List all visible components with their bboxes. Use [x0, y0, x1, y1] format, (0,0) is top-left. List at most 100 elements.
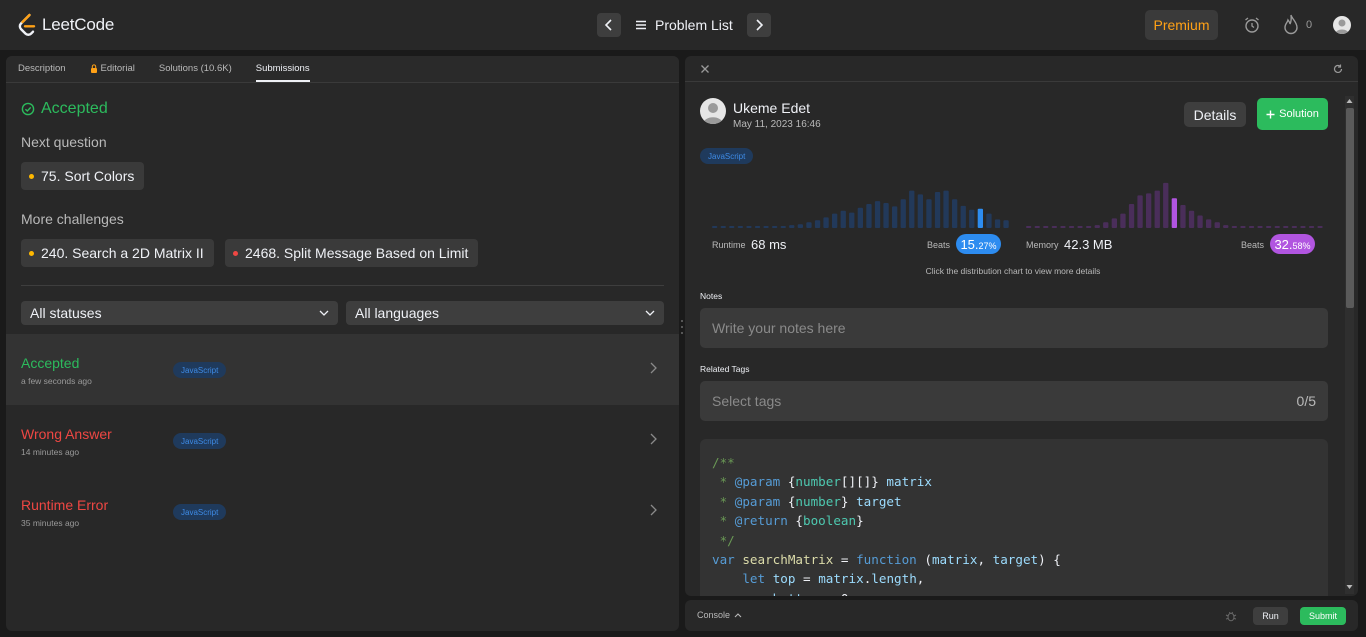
language-filter-select[interactable]: All languages	[346, 301, 664, 325]
distribution-bar[interactable]	[814, 220, 821, 228]
submission-row[interactable]: Runtime Error 35 minutes ago JavaScript	[6, 476, 679, 547]
distribution-bar[interactable]	[1231, 226, 1237, 228]
distribution-bar[interactable]	[926, 199, 932, 228]
distribution-bar[interactable]	[943, 190, 949, 228]
distribution-bar[interactable]	[883, 203, 889, 228]
scrollbar[interactable]	[1345, 96, 1354, 594]
problem-list-button[interactable]: Problem List	[635, 17, 733, 33]
distribution-bar[interactable]	[934, 192, 941, 228]
distribution-bar[interactable]	[720, 226, 726, 228]
code-viewer[interactable]: /** * @param {number[][]} matrix * @para…	[700, 439, 1328, 596]
distribution-bar[interactable]	[1274, 226, 1280, 228]
distribution-bar[interactable]	[986, 213, 992, 228]
distribution-bar[interactable]	[1308, 226, 1315, 228]
distribution-bar[interactable]	[969, 209, 975, 228]
distribution-bar[interactable]	[840, 210, 846, 228]
distribution-bar[interactable]	[754, 226, 761, 228]
challenge-chip[interactable]: 240. Search a 2D Matrix II	[21, 239, 214, 267]
distribution-bar[interactable]	[1197, 215, 1203, 229]
distribution-bar[interactable]	[909, 190, 915, 228]
memory-distribution-chart[interactable]	[1026, 178, 1326, 228]
author-name[interactable]: Ukeme Edet	[733, 100, 810, 116]
distribution-bar[interactable]	[1003, 220, 1009, 228]
distribution-bar[interactable]	[797, 224, 803, 228]
scroll-up-arrow-icon[interactable]	[1346, 98, 1353, 104]
distribution-bar[interactable]	[1077, 226, 1083, 228]
close-icon[interactable]	[700, 64, 710, 74]
distribution-bar[interactable]	[1043, 226, 1049, 228]
user-avatar[interactable]	[1333, 16, 1351, 34]
distribution-bar[interactable]	[763, 226, 769, 228]
distribution-bar[interactable]	[1026, 226, 1032, 228]
distribution-bar[interactable]	[960, 205, 966, 228]
distribution-bar[interactable]	[857, 207, 863, 228]
distribution-bar[interactable]	[1051, 226, 1057, 228]
challenge-chip[interactable]: 2468. Split Message Based on Limit	[225, 239, 479, 267]
streak-fire-icon[interactable]	[1283, 14, 1299, 36]
status-filter-select[interactable]: All statuses	[21, 301, 338, 325]
distribution-bar[interactable]	[1137, 195, 1143, 228]
distribution-bar[interactable]	[1146, 193, 1152, 228]
distribution-bar[interactable]	[1034, 226, 1040, 228]
distribution-bar[interactable]	[1163, 182, 1169, 228]
notes-input[interactable]	[700, 308, 1328, 348]
scroll-down-arrow-icon[interactable]	[1346, 584, 1353, 590]
author-avatar[interactable]	[700, 98, 726, 124]
distribution-bar[interactable]	[729, 226, 735, 228]
distribution-bar[interactable]	[737, 226, 743, 228]
run-button[interactable]: Run	[1253, 607, 1288, 625]
details-button[interactable]: Details	[1184, 102, 1246, 127]
distribution-bar[interactable]	[994, 219, 1001, 228]
distribution-bar[interactable]	[1103, 222, 1109, 228]
distribution-bar[interactable]	[892, 206, 898, 228]
tab-description[interactable]: Description	[18, 63, 66, 82]
distribution-bar[interactable]	[1111, 218, 1117, 228]
distribution-bar-current[interactable]	[977, 208, 983, 228]
distribution-bar[interactable]	[1248, 226, 1255, 228]
premium-button[interactable]: Premium	[1145, 10, 1218, 40]
distribution-bar[interactable]	[952, 199, 958, 228]
distribution-bar[interactable]	[1240, 226, 1246, 228]
distribution-bar[interactable]	[712, 226, 718, 228]
distribution-bar[interactable]	[1257, 226, 1263, 228]
distribution-bar[interactable]	[1206, 219, 1212, 228]
distribution-bar[interactable]	[1086, 226, 1092, 228]
distribution-bar[interactable]	[1291, 226, 1297, 228]
tags-select[interactable]: Select tags 0/5	[700, 381, 1328, 421]
distribution-bar[interactable]	[823, 217, 829, 228]
tab-editorial[interactable]: Editorial	[90, 63, 135, 82]
solution-button[interactable]: Solution	[1257, 98, 1328, 130]
distribution-bar[interactable]	[1223, 225, 1229, 228]
distribution-bar[interactable]	[1317, 226, 1323, 228]
scroll-thumb[interactable]	[1346, 108, 1354, 308]
next-question-chip[interactable]: 75. Sort Colors	[21, 162, 145, 190]
tab-solutions[interactable]: Solutions (10.6K)	[159, 63, 232, 82]
distribution-bar[interactable]	[849, 212, 855, 228]
distribution-bar[interactable]	[1060, 226, 1066, 228]
distribution-bar[interactable]	[1154, 190, 1160, 228]
refresh-icon[interactable]	[1333, 64, 1343, 74]
distribution-bar[interactable]	[806, 222, 812, 228]
distribution-bar[interactable]	[1283, 226, 1289, 228]
submit-button[interactable]: Submit	[1300, 607, 1346, 625]
tab-submissions[interactable]: Submissions	[255, 63, 310, 82]
next-problem-button[interactable]	[746, 13, 771, 37]
prev-problem-button[interactable]	[597, 13, 621, 37]
distribution-bar[interactable]	[1120, 213, 1126, 228]
distribution-bar[interactable]	[1128, 204, 1135, 228]
distribution-bar[interactable]	[900, 199, 906, 228]
distribution-bar[interactable]	[917, 194, 923, 228]
submission-row[interactable]: Wrong Answer 14 minutes ago JavaScript	[6, 405, 679, 476]
console-toggle[interactable]: Console	[697, 610, 742, 620]
distribution-bar[interactable]	[746, 226, 752, 228]
distribution-bar[interactable]	[866, 204, 872, 228]
distribution-bar-current[interactable]	[1171, 198, 1177, 228]
distribution-bar[interactable]	[780, 226, 786, 228]
distribution-bar[interactable]	[1188, 210, 1195, 228]
alarm-clock-icon[interactable]	[1243, 16, 1261, 34]
distribution-bar[interactable]	[1214, 222, 1220, 228]
leetcode-logo[interactable]: LeetCode	[17, 13, 114, 37]
debug-bug-icon[interactable]	[1225, 610, 1237, 622]
submission-row[interactable]: Accepted a few seconds ago JavaScript	[6, 334, 679, 405]
distribution-bar[interactable]	[1068, 226, 1075, 228]
